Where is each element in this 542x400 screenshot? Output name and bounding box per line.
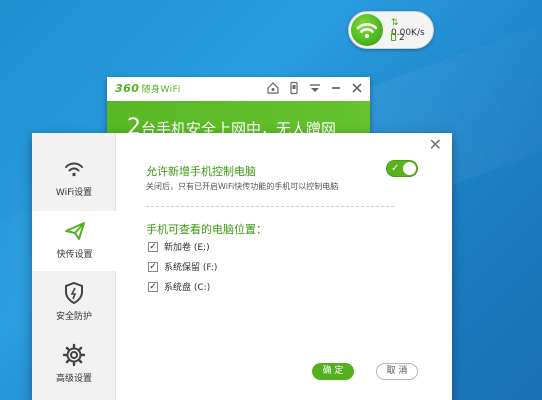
nav-label-wifi-settings: WiFi设置 <box>55 188 93 198</box>
settings-sidebar: WiFi设置 快传设置 安全防护 高级设置 <box>32 133 117 400</box>
drive-checkbox-e[interactable]: ✓ 新加卷 (E:) <box>148 240 210 253</box>
checkbox-checked-icon[interactable]: ✓ <box>148 261 158 272</box>
gear-icon <box>32 343 116 369</box>
allow-new-phone-description: 关闭后，只有已开启WiFi快传功能的手机可以控制电脑 <box>146 182 339 191</box>
nav-label-transfer-settings: 快传设置 <box>56 250 93 260</box>
drive-checkbox-f[interactable]: ✓ 系统保留 (F:) <box>148 260 217 273</box>
check-icon: ✓ <box>391 163 400 174</box>
phone-icon[interactable] <box>287 81 301 95</box>
send-icon <box>32 219 117 245</box>
settings-content: 允许新增手机控制电脑 关闭后，只有已开启WiFi快传功能的手机可以控制电脑 ✓ … <box>116 133 452 400</box>
wifi-floating-widget[interactable]: ⇅ 0.00K/s 2 <box>348 11 434 49</box>
drive-label: 新加卷 (E:) <box>164 243 210 253</box>
device-count: 2 <box>391 33 405 43</box>
window-controls <box>266 81 364 95</box>
allow-new-phone-title: 允许新增手机控制电脑 <box>146 165 256 178</box>
checkbox-checked-icon[interactable]: ✓ <box>148 281 158 292</box>
app-logo: 360 随身WiFi <box>115 82 181 95</box>
confirm-button[interactable]: 确 定 <box>312 363 354 380</box>
home-shield-icon[interactable] <box>266 81 280 95</box>
phone-icon <box>391 33 396 41</box>
app-logo-sub: 随身WiFi <box>141 85 181 95</box>
divider <box>146 206 394 207</box>
nav-item-wifi-settings[interactable]: WiFi设置 <box>32 149 116 209</box>
nav-label-security: 安全防护 <box>55 312 92 322</box>
drive-label: 系统保留 (F:) <box>164 263 218 273</box>
main-titlebar: 360 随身WiFi <box>107 77 370 101</box>
drive-label: 系统盘 (C:) <box>164 283 211 293</box>
checkbox-checked-icon[interactable]: ✓ <box>148 241 158 252</box>
allow-new-phone-toggle[interactable]: ✓ <box>386 160 418 177</box>
visible-locations-title: 手机可查看的电脑位置： <box>146 223 267 236</box>
cancel-button[interactable]: 取 消 <box>376 363 418 380</box>
wifi-icon <box>32 157 116 183</box>
drive-checkbox-c[interactable]: ✓ 系统盘 (C:) <box>148 280 210 293</box>
shield-icon <box>32 281 116 307</box>
wifi-icon[interactable] <box>351 14 383 46</box>
menu-icon[interactable] <box>308 81 322 95</box>
upload-arrow-icon: ⇅ <box>391 18 399 28</box>
toggle-knob <box>403 162 416 175</box>
nav-label-advanced: 高级设置 <box>55 374 92 384</box>
nav-item-security[interactable]: 安全防护 <box>32 273 116 333</box>
nav-item-advanced[interactable]: 高级设置 <box>32 335 116 395</box>
device-count-value: 2 <box>399 33 405 43</box>
close-icon[interactable] <box>350 81 364 95</box>
nav-item-transfer-settings[interactable]: 快传设置 <box>32 211 117 271</box>
minimize-icon[interactable] <box>329 81 343 95</box>
settings-dialog: WiFi设置 快传设置 安全防护 高级设置 ✕ 允许新增手机控制电脑 关闭后，只… <box>32 133 452 400</box>
